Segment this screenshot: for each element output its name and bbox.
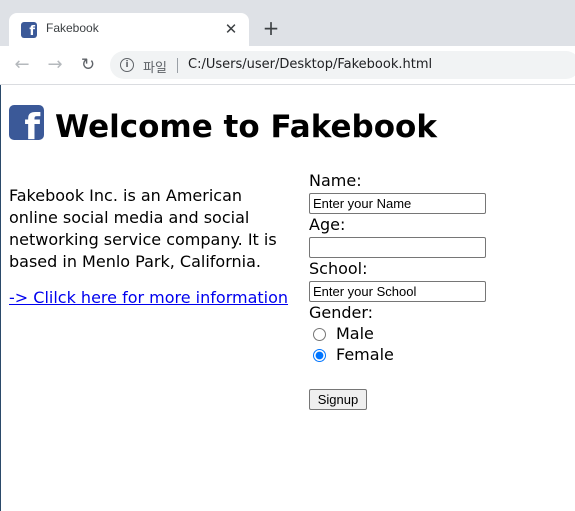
address-bar[interactable]: i 파일 C:/Users/user/Desktop/Fakebook.html [110,51,575,79]
forward-arrow-icon[interactable]: → [44,54,66,76]
address-separator [177,58,178,73]
reload-icon[interactable]: ↻ [77,54,99,76]
gender-male-radio[interactable] [313,328,326,341]
url-text[interactable]: C:/Users/user/Desktop/Fakebook.html [188,57,432,72]
gender-female-radio[interactable] [313,349,326,362]
signup-button[interactable]: Signup [309,389,367,410]
scheme-label: 파일 [143,61,167,76]
facebook-favicon-icon: f [21,22,37,38]
back-arrow-icon[interactable]: ← [11,54,33,76]
page-content: f Welcome to Fakebook Fakebook Inc. is a… [0,85,575,511]
browser-tab[interactable]: f Fakebook ✕ [9,13,249,46]
age-field[interactable] [309,237,486,258]
company-description: Fakebook Inc. is an American online soci… [9,186,277,271]
browser-toolbar: ← → ↻ i 파일 C:/Users/user/Desktop/Fakeboo… [0,46,575,85]
new-tab-plus-icon[interactable]: + [260,17,282,39]
name-field[interactable] [309,193,486,214]
close-icon[interactable]: ✕ [221,19,241,39]
facebook-logo-icon: f [9,105,44,140]
more-info-link[interactable]: -> Clilck here for more information [9,287,288,309]
info-icon[interactable]: i [120,58,134,72]
gender-label: Gender: [309,303,374,322]
gender-male-label: Male [336,324,374,343]
page-heading: Welcome to Fakebook [55,109,437,145]
school-label: School: [309,259,368,278]
tab-title: Fakebook [46,21,99,35]
age-label: Age: [309,215,346,234]
tab-strip: f Fakebook ✕ + [0,0,575,46]
school-field[interactable] [309,281,486,302]
gender-female-label: Female [336,345,394,364]
name-label: Name: [309,171,362,190]
